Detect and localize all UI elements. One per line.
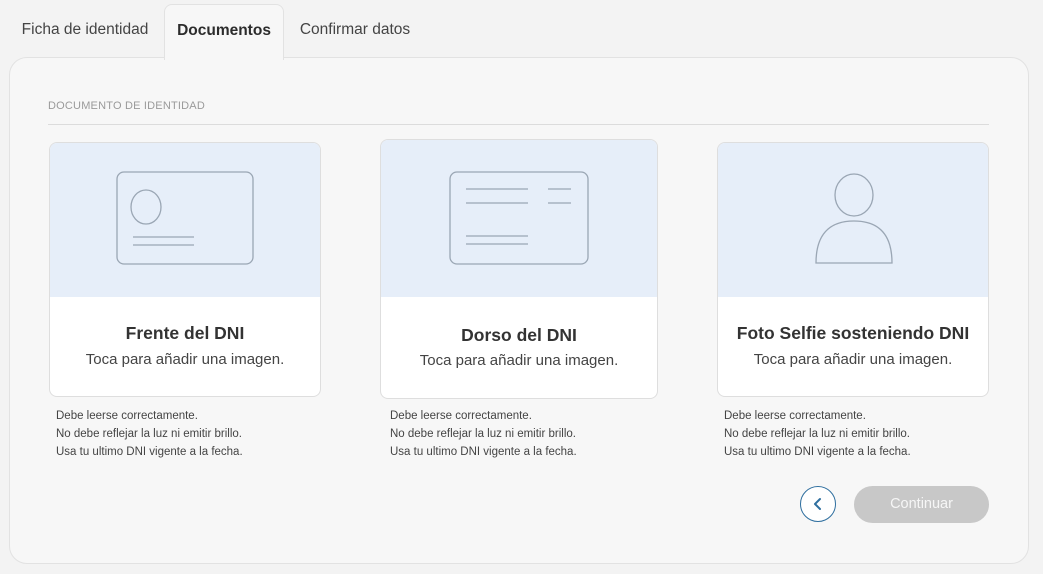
note-line: Debe leerse correctamente. xyxy=(390,410,532,422)
note-line: Usa tu ultimo DNI vigente a la fecha. xyxy=(724,446,911,458)
note-line: Usa tu ultimo DNI vigente a la fecha. xyxy=(56,446,243,458)
card-title: Foto Selfie sosteniendo DNI xyxy=(736,323,970,343)
requirements-notes: Debe leerse correctamente. No debe refle… xyxy=(724,407,911,461)
card-subtitle: Toca para añadir una imagen. xyxy=(85,351,285,368)
tab-bar: Ficha de identidad Documentos Confirmar … xyxy=(0,0,1043,60)
tab-documentos[interactable]: Documentos xyxy=(164,4,284,60)
card-media xyxy=(718,143,988,297)
back-button[interactable] xyxy=(800,486,836,522)
id-card-back-icon xyxy=(449,171,589,265)
note-line: Debe leerse correctamente. xyxy=(724,410,866,422)
section-divider xyxy=(48,124,989,125)
card-title: Dorso del DNI xyxy=(461,325,577,345)
person-icon xyxy=(815,173,893,264)
note-line: No debe reflejar la luz ni emitir brillo… xyxy=(390,428,576,440)
card-frente-dni[interactable]: Frente del DNI Toca para añadir una imag… xyxy=(49,142,321,397)
continue-button[interactable]: Continuar xyxy=(854,486,989,523)
card-subtitle: Toca para añadir una imagen. xyxy=(753,351,953,368)
note-line: Debe leerse correctamente. xyxy=(56,410,198,422)
card-media xyxy=(381,140,657,297)
requirements-notes: Debe leerse correctamente. No debe refle… xyxy=(56,407,243,461)
note-line: No debe reflejar la luz ni emitir brillo… xyxy=(724,428,910,440)
note-line: No debe reflejar la luz ni emitir brillo… xyxy=(56,428,242,440)
card-subtitle: Toca para añadir una imagen. xyxy=(419,352,619,369)
section-title: DOCUMENTO DE IDENTIDAD xyxy=(48,100,205,112)
requirements-notes: Debe leerse correctamente. No debe refle… xyxy=(390,407,577,461)
card-foto-selfie[interactable]: Foto Selfie sosteniendo DNI Toca para añ… xyxy=(717,142,989,397)
card-media xyxy=(50,143,320,297)
tab-confirmar-datos[interactable]: Confirmar datos xyxy=(288,4,422,58)
tab-ficha-de-identidad[interactable]: Ficha de identidad xyxy=(10,4,160,58)
card-title: Frente del DNI xyxy=(125,323,245,343)
card-dorso-dni[interactable]: Dorso del DNI Toca para añadir una image… xyxy=(380,139,658,399)
note-line: Usa tu ultimo DNI vigente a la fecha. xyxy=(390,446,577,458)
chevron-left-icon xyxy=(814,498,821,510)
id-card-front-icon xyxy=(116,171,254,265)
